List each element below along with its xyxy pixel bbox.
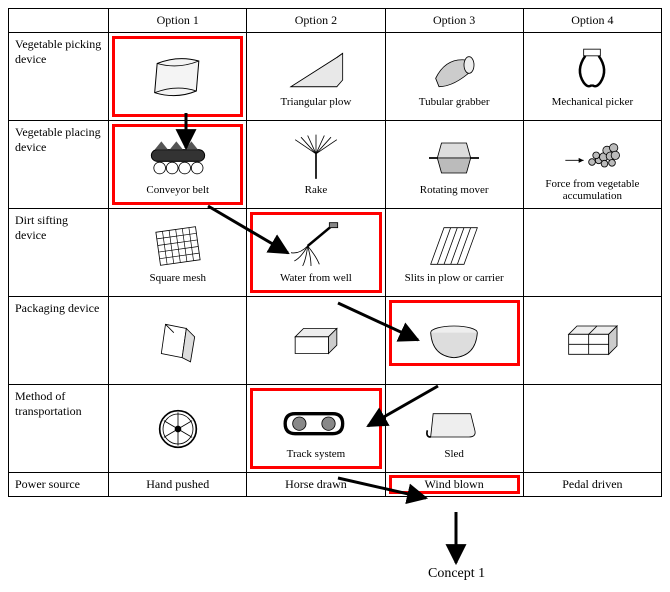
cell-placing-3: Rotating mover [385,121,523,209]
row-label-packaging: Packaging device [9,297,109,385]
cell-transport-4 [523,385,661,473]
caption-power-4: Pedal driven [562,477,622,491]
sled-icon [420,397,488,447]
cell-picking-3: Tubular grabber [385,33,523,121]
cell-transport-1 [109,385,247,473]
wheel-icon [144,404,212,454]
cell-packaging-4 [523,297,661,385]
cell-sifting-3: Slits in plow or carrier [385,209,523,297]
cell-placing-1: Conveyor belt [109,121,247,209]
caption-placing-1: Conveyor belt [146,185,209,197]
cell-picking-4: Mechanical picker [523,33,661,121]
cell-power-2: Horse drawn [247,473,385,497]
caption-sifting-3: Slits in plow or carrier [405,273,504,285]
header-row: Option 1 Option 2 Option 3 Option 4 [9,9,662,33]
vegetable-pile-icon [558,127,626,177]
caption-picking-3: Tubular grabber [419,97,490,109]
header-option-1: Option 1 [109,9,247,33]
triangular-plow-icon [282,45,350,95]
rotating-mover-icon [420,133,488,183]
folded-carton-icon [144,316,212,366]
cell-packaging-2 [247,297,385,385]
concept-label: Concept 1 [428,566,485,582]
cell-placing-4: Force from vegetable accumulation [523,121,661,209]
caption-power-2: Horse drawn [285,477,347,491]
rake-icon [282,133,350,183]
cell-power-1: Hand pushed [109,473,247,497]
cell-transport-3: Sled [385,385,523,473]
track-system-icon [282,397,350,447]
caption-power-1: Hand pushed [146,477,209,491]
bowl-icon [420,316,488,366]
cell-picking-2: Triangular plow [247,33,385,121]
caption-transport-3: Sled [444,449,464,461]
conveyor-belt-icon [144,133,212,183]
caption-power-3: Wind blown [425,477,484,491]
caption-placing-3: Rotating mover [420,185,489,197]
caption-placing-4: Force from vegetable accumulation [528,179,657,202]
caption-picking-2: Triangular plow [281,97,352,109]
row-picking: Vegetable picking device Triangular plow [9,33,662,121]
header-option-2: Option 2 [247,9,385,33]
slits-plow-icon [420,221,488,271]
row-label-placing: Vegetable placing device [9,121,109,209]
caption-sifting-1: Square mesh [149,273,206,285]
header-blank [9,9,109,33]
row-transport: Method of transportation Track system Sl… [9,385,662,473]
cell-sifting-1: Square mesh [109,209,247,297]
cell-placing-2: Rake [247,121,385,209]
cell-power-4: Pedal driven [523,473,661,497]
mechanical-picker-icon [558,45,626,95]
row-power: Power source Hand pushed Horse drawn Win… [9,473,662,497]
tubular-grabber-icon [420,45,488,95]
morphological-chart: Option 1 Option 2 Option 3 Option 4 Vege… [8,8,662,497]
caption-placing-2: Rake [305,185,328,197]
curved-sheet-icon [144,51,212,101]
cell-sifting-2: Water from well [247,209,385,297]
square-mesh-icon [144,221,212,271]
cell-sifting-4 [523,209,661,297]
row-packaging: Packaging device [9,297,662,385]
row-placing: Vegetable placing device Conveyor belt R… [9,121,662,209]
caption-picking-4: Mechanical picker [552,97,634,109]
header-option-4: Option 4 [523,9,661,33]
row-label-transport: Method of transportation [9,385,109,473]
open-box-icon [282,316,350,366]
cell-packaging-3 [385,297,523,385]
cell-power-3: Wind blown [385,473,523,497]
row-sifting: Dirt sifting device Square mesh Water fr… [9,209,662,297]
cell-packaging-1 [109,297,247,385]
compartment-tray-icon [558,316,626,366]
cell-transport-2: Track system [247,385,385,473]
header-option-3: Option 3 [385,9,523,33]
caption-transport-2: Track system [287,449,346,461]
row-label-picking: Vegetable picking device [9,33,109,121]
row-label-sifting: Dirt sifting device [9,209,109,297]
row-label-power: Power source [9,473,109,497]
caption-sifting-2: Water from well [280,273,352,285]
cell-picking-1 [109,33,247,121]
water-well-icon [282,221,350,271]
